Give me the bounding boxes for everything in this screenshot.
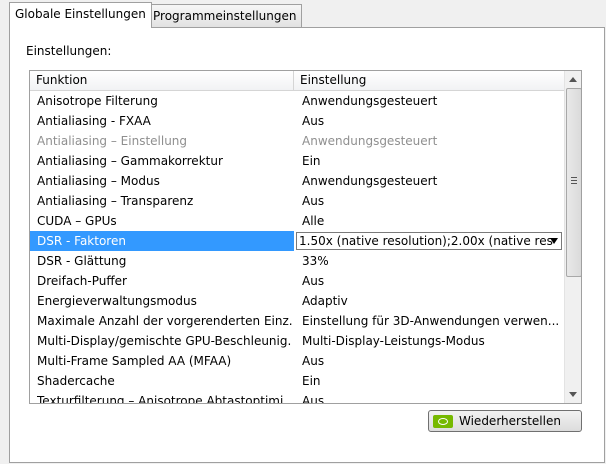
row-function: Antialiasing – Einstellung bbox=[37, 134, 188, 148]
table-row[interactable]: Shadercache Ein bbox=[30, 371, 564, 391]
restore-button-label: Wiederherstellen bbox=[459, 414, 561, 428]
tab-strip: Globale Einstellungen Programmeinstellun… bbox=[0, 0, 606, 28]
table-row[interactable]: Antialiasing – Gammakorrektur Ein bbox=[30, 151, 564, 171]
table-row[interactable]: Dreifach-Puffer Aus bbox=[30, 271, 564, 291]
row-setting: Aus bbox=[302, 354, 325, 368]
row-setting: Anwendungsgesteuert bbox=[302, 94, 438, 108]
row-setting: Multi-Display-Leistungs-Modus bbox=[302, 334, 485, 348]
table-row-selected[interactable]: DSR - Faktoren 1.50x (native resolution)… bbox=[30, 231, 564, 251]
grip-icon bbox=[571, 177, 577, 184]
table-row[interactable]: Antialiasing – Transparenz Aus bbox=[30, 191, 564, 211]
list-rows: Anisotrope Filterung Anwendungsgesteuert… bbox=[30, 91, 564, 404]
row-function: Maximale Anzahl der vorgerenderten Einz.… bbox=[37, 314, 292, 328]
table-row[interactable]: CUDA – GPUs Alle bbox=[30, 211, 564, 231]
table-row[interactable]: Texturfilterung – Anisotrope Abtastoptim… bbox=[30, 391, 564, 404]
section-label: Einstellungen: bbox=[26, 44, 112, 58]
row-function: Antialiasing – Transparenz bbox=[37, 194, 194, 208]
scrollbar-thumb[interactable] bbox=[566, 88, 581, 277]
row-setting: 33% bbox=[302, 254, 329, 268]
nvidia-eye-icon bbox=[438, 418, 448, 425]
scroll-down-button[interactable] bbox=[565, 386, 581, 403]
tab-programmeinstellungen[interactable]: Programmeinstellungen bbox=[147, 4, 303, 27]
settings-list: Funktion Einstellung Anisotrope Filterun… bbox=[29, 70, 582, 404]
row-setting: Alle bbox=[302, 214, 325, 228]
settings-panel: Einstellungen: Funktion Einstellung Anis… bbox=[9, 27, 605, 463]
setting-dropdown[interactable]: 1.50x (native resolution);2.00x (native … bbox=[296, 232, 562, 250]
nvidia-logo-icon bbox=[433, 415, 453, 428]
table-row[interactable]: Energieverwaltungsmodus Adaptiv bbox=[30, 291, 564, 311]
row-function: Antialiasing - FXAA bbox=[37, 114, 151, 128]
row-setting: Ein bbox=[302, 374, 321, 388]
row-setting: Aus bbox=[302, 114, 325, 128]
row-function: Multi-Display/gemischte GPU-Beschleunig.… bbox=[37, 334, 292, 348]
row-function: DSR - Glättung bbox=[37, 254, 127, 268]
table-row[interactable]: Antialiasing - FXAA Aus bbox=[30, 111, 564, 131]
row-function: DSR - Faktoren bbox=[30, 231, 294, 251]
table-row[interactable]: Multi-Frame Sampled AA (MFAA) Aus bbox=[30, 351, 564, 371]
list-header: Funktion Einstellung bbox=[30, 71, 564, 91]
chevron-down-icon[interactable] bbox=[550, 238, 558, 244]
table-row[interactable]: Antialiasing – Modus Anwendungsgesteuert bbox=[30, 171, 564, 191]
arrow-up-icon bbox=[569, 77, 577, 82]
row-function: Multi-Frame Sampled AA (MFAA) bbox=[37, 354, 232, 368]
row-setting: Aus bbox=[302, 274, 325, 288]
row-setting: Anwendungsgesteuert bbox=[302, 134, 438, 148]
row-setting: Aus bbox=[302, 394, 325, 404]
row-function: CUDA – GPUs bbox=[37, 214, 117, 228]
row-setting: Ein bbox=[302, 154, 321, 168]
row-function: Antialiasing – Modus bbox=[37, 174, 160, 188]
row-setting: Aus bbox=[302, 194, 325, 208]
row-function: Dreifach-Puffer bbox=[37, 274, 127, 288]
row-setting: Adaptiv bbox=[302, 294, 348, 308]
tab-globale-einstellungen[interactable]: Globale Einstellungen bbox=[9, 2, 152, 28]
row-setting: Anwendungsgesteuert bbox=[302, 174, 438, 188]
row-function: Antialiasing – Gammakorrektur bbox=[37, 154, 223, 168]
restore-button[interactable]: Wiederherstellen bbox=[428, 410, 582, 432]
table-row[interactable]: DSR - Glättung 33% bbox=[30, 251, 564, 271]
column-header-einstellung[interactable]: Einstellung bbox=[294, 71, 564, 90]
row-function: Energieverwaltungsmodus bbox=[37, 294, 197, 308]
table-row[interactable]: Multi-Display/gemischte GPU-Beschleunig.… bbox=[30, 331, 564, 351]
dsr-factors-combo[interactable]: 1.50x (native resolution);2.00x (native … bbox=[296, 232, 562, 250]
scroll-up-button[interactable] bbox=[565, 71, 581, 88]
vertical-scrollbar[interactable] bbox=[564, 71, 581, 403]
table-row: Antialiasing – Einstellung Anwendungsges… bbox=[30, 131, 564, 151]
table-row[interactable]: Maximale Anzahl der vorgerenderten Einz.… bbox=[30, 311, 564, 331]
arrow-down-icon bbox=[569, 392, 577, 397]
column-header-funktion[interactable]: Funktion bbox=[30, 71, 294, 90]
row-setting: Einstellung für 3D-Anwendungen verwen... bbox=[302, 314, 560, 328]
row-function: Anisotrope Filterung bbox=[37, 94, 158, 108]
table-row[interactable]: Anisotrope Filterung Anwendungsgesteuert bbox=[30, 91, 564, 111]
row-function: Shadercache bbox=[37, 374, 115, 388]
row-function: Texturfilterung – Anisotrope Abtastoptim… bbox=[37, 394, 284, 404]
combo-value: 1.50x (native resolution);2.00x (native … bbox=[299, 234, 553, 248]
